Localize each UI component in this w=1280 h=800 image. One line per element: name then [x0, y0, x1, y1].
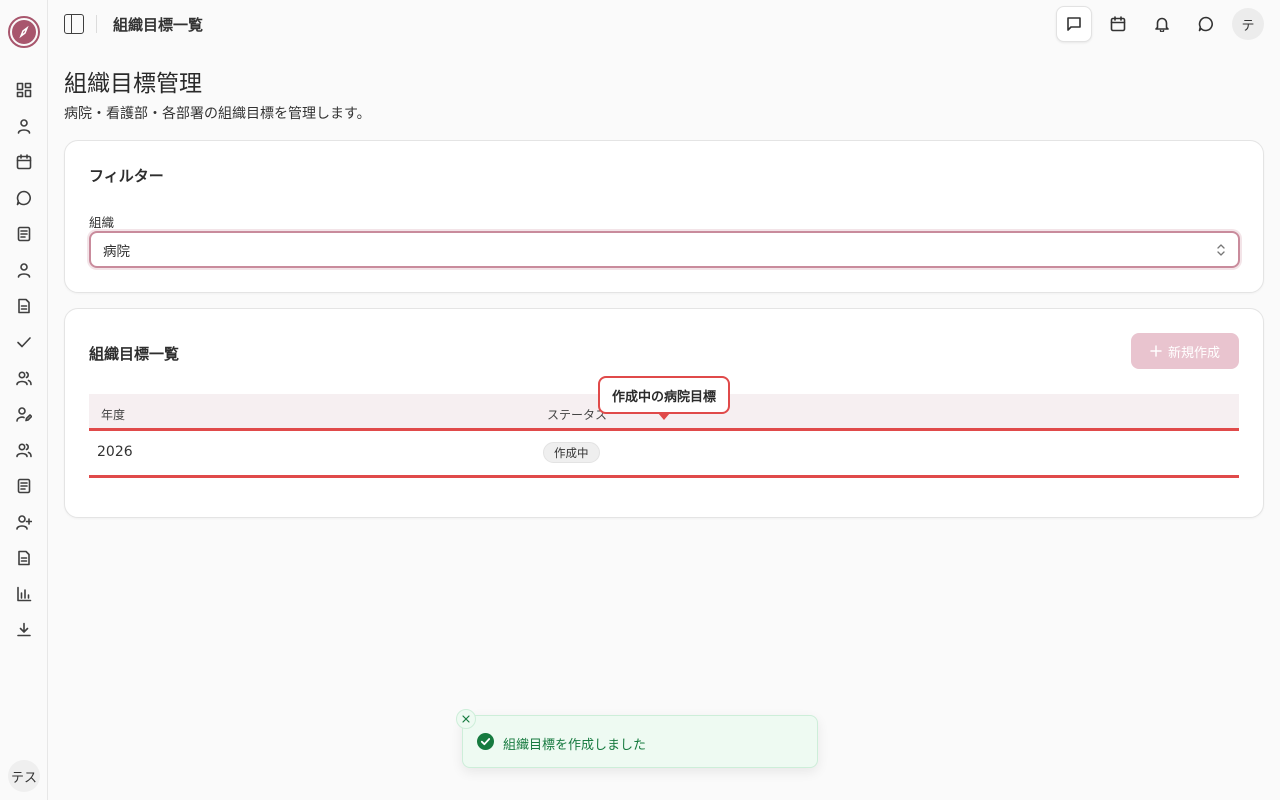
success-toast: 組織目標を作成しました — [456, 709, 818, 768]
check-circle-icon — [477, 733, 494, 750]
new-goal-button[interactable]: 新規作成 — [1131, 333, 1239, 369]
sidebar-item-profile[interactable] — [14, 116, 34, 136]
chat-button[interactable] — [1056, 6, 1092, 42]
bar-chart-icon — [17, 586, 32, 602]
toast-message: 組織目標を作成しました — [503, 738, 647, 753]
sidebar-item-records[interactable] — [14, 224, 34, 244]
sidebar: テス — [0, 0, 48, 800]
new-goal-label: 新規作成 — [1167, 345, 1220, 361]
users-icon — [16, 371, 32, 386]
user-edit-icon — [16, 407, 32, 422]
page-description: 病院・看護部・各部署の組織目標を管理します。 — [64, 106, 371, 122]
sidebar-user-avatar[interactable]: テス — [8, 760, 40, 792]
user-avatar[interactable]: テ — [1232, 8, 1264, 40]
sidebar-item-evaluation[interactable] — [14, 404, 34, 424]
sidebar-toggle-icon[interactable] — [64, 14, 84, 34]
sidebar-item-tasks[interactable] — [14, 332, 34, 352]
users-icon — [16, 443, 32, 458]
toast-close-button[interactable] — [456, 709, 476, 729]
message-icon — [16, 190, 31, 206]
sidebar-item-documents[interactable] — [14, 296, 34, 316]
sidebar-item-goals[interactable] — [14, 476, 34, 496]
compass-icon — [12, 20, 36, 44]
row-tooltip: 作成中の病院目標 — [598, 376, 730, 414]
document-icon — [18, 298, 30, 314]
org-select[interactable]: 病院 — [89, 231, 1240, 268]
calendar-icon — [1110, 16, 1126, 32]
column-header-year[interactable]: 年度 — [101, 406, 125, 423]
sidebar-item-reports[interactable] — [14, 548, 34, 568]
table-row[interactable]: 2026 作成中 — [89, 431, 1239, 478]
top-header: 組織目標一覧 テ — [48, 0, 1280, 48]
header-divider — [96, 15, 97, 33]
chat-icon — [1067, 17, 1081, 31]
check-icon — [17, 337, 31, 348]
sidebar-item-teams[interactable] — [14, 368, 34, 388]
sidebar-item-calendar[interactable] — [14, 152, 34, 172]
calendar-icon — [16, 154, 32, 170]
sidebar-item-analytics[interactable] — [14, 584, 34, 604]
calendar-button[interactable] — [1100, 6, 1136, 42]
user-icon — [17, 263, 31, 278]
org-label: 組織 — [89, 215, 115, 230]
user-plus-icon — [16, 515, 32, 530]
sidebar-item-staff[interactable] — [14, 260, 34, 280]
close-icon — [462, 715, 470, 723]
filter-title: フィルター — [89, 167, 164, 185]
goals-list-title: 組織目標一覧 — [89, 345, 180, 363]
list-icon — [17, 226, 31, 242]
message-icon — [1198, 16, 1213, 32]
row-year: 2026 — [97, 444, 133, 460]
filter-card: フィルター 組織 病院 — [64, 140, 1264, 293]
messages-button[interactable] — [1188, 6, 1224, 42]
sidebar-item-groups[interactable] — [14, 440, 34, 460]
plus-icon — [1150, 345, 1162, 357]
page-title: 組織目標管理 — [64, 71, 202, 97]
header-title: 組織目標一覧 — [113, 16, 204, 34]
org-select-value: 病院 — [103, 243, 130, 260]
chevron-up-down-icon — [1217, 244, 1225, 256]
sidebar-item-export[interactable] — [14, 620, 34, 640]
download-icon — [17, 622, 31, 637]
document-icon — [18, 550, 30, 566]
status-badge: 作成中 — [543, 442, 600, 463]
user-icon — [17, 119, 31, 134]
sidebar-item-messages[interactable] — [14, 188, 34, 208]
notifications-button[interactable] — [1144, 6, 1180, 42]
bell-icon — [1155, 17, 1169, 32]
list-icon — [17, 478, 31, 494]
sidebar-item-add-user[interactable] — [14, 512, 34, 532]
tooltip-arrow — [658, 413, 670, 420]
app-logo[interactable] — [8, 16, 40, 48]
sidebar-item-dashboard[interactable] — [14, 80, 34, 100]
dashboard-icon — [16, 82, 32, 98]
